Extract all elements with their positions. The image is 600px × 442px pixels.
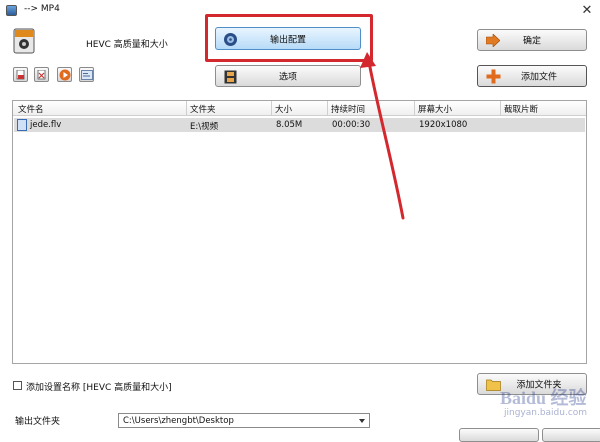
media-info-icon — [81, 70, 93, 80]
table-row[interactable]: jede.flv E:\视频 8.05M 00:00:30 1920x1080 — [14, 118, 585, 132]
chevron-down-icon[interactable] — [359, 419, 365, 423]
window-title: --> MP4 — [24, 4, 60, 14]
confirm-button[interactable]: 确定 — [477, 29, 587, 51]
doc-clear-icon — [37, 70, 46, 80]
column-header-clip[interactable]: 截取片断 — [501, 103, 538, 116]
output-folder-select[interactable]: C:\Users\zhengbt\Desktop — [118, 413, 370, 428]
cell-filename: jede.flv — [30, 120, 62, 130]
column-header-screen-size[interactable]: 屏幕大小 — [415, 103, 452, 116]
cell-duration: 00:00:30 — [332, 120, 371, 130]
add-file-button[interactable]: 添加文件 — [477, 65, 587, 87]
column-header-size[interactable]: 大小 — [272, 103, 292, 116]
options-label: 选项 — [278, 72, 297, 83]
play-button[interactable] — [57, 67, 72, 82]
add-file-label: 添加文件 — [520, 72, 557, 83]
table-header: 文件名 文件夹 大小 持续时间 屏幕大小 截取片断 — [13, 101, 586, 116]
file-list[interactable]: 文件名 文件夹 大小 持续时间 屏幕大小 截取片断 jede.flv E:\视频… — [12, 100, 587, 364]
add-setting-name-label: 添加设置名称 [HEVC 高质量和大小] — [26, 383, 172, 393]
watermark-logo: Baidu 经验 jingyan.baidu.com — [500, 388, 588, 418]
app-icon — [6, 5, 17, 16]
add-setting-name-checkbox[interactable] — [13, 381, 22, 390]
confirm-label: 确定 — [522, 36, 541, 47]
column-header-folder[interactable]: 文件夹 — [187, 103, 216, 116]
clear-list-button[interactable] — [34, 67, 49, 82]
highlight-box — [205, 14, 373, 62]
options-button[interactable]: 选项 — [215, 65, 361, 87]
remove-file-button[interactable] — [13, 67, 28, 82]
play-icon — [59, 69, 71, 81]
output-folder-value: C:\Users\zhengbt\Desktop — [123, 416, 234, 426]
cell-size: 8.05M — [276, 120, 303, 130]
output-folder-label: 输出文件夹 — [15, 417, 61, 427]
profile-label: HEVC 高质量和大小 — [86, 40, 168, 50]
cell-folder: E:\视频 — [190, 122, 219, 132]
mp4-profile-icon — [13, 28, 35, 54]
doc-remove-icon — [16, 70, 25, 80]
close-icon[interactable]: ✕ — [578, 2, 596, 20]
video-file-icon — [17, 119, 27, 131]
media-info-button[interactable] — [79, 67, 94, 82]
column-header-duration[interactable]: 持续时间 — [328, 103, 365, 116]
cell-screen-size: 1920x1080 — [419, 120, 468, 130]
column-header-filename[interactable]: 文件名 — [15, 103, 44, 116]
